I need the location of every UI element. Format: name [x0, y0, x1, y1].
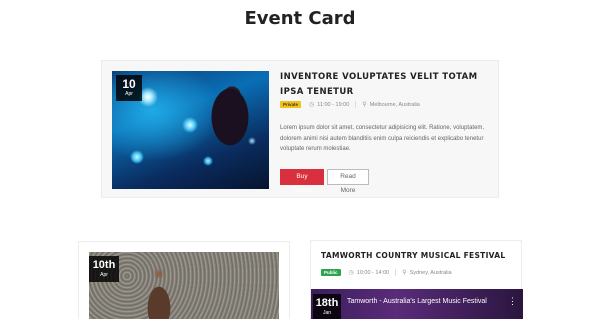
clock-icon: ◷ [348, 270, 354, 276]
date-badge: 18th Jan [313, 294, 341, 319]
map-pin-icon: ⚲ [402, 270, 407, 276]
event-photo[interactable]: 10 Apr [112, 71, 269, 189]
date-month: Apr [125, 91, 133, 97]
divider [355, 101, 357, 108]
date-badge: 10th Apr [89, 256, 119, 282]
event-card-right: TAMWORTH COUNTRY MUSICAL FESTIVAL Public… [310, 240, 523, 319]
divider [395, 269, 397, 276]
read-more-button[interactable]: Read More [327, 169, 369, 194]
video-title[interactable]: Tamworth - Australia's Largest Music Fes… [347, 298, 487, 305]
event-card-left: 10th Apr [78, 241, 290, 319]
map-pin-icon: ⚲ [362, 102, 367, 108]
event-meta: Private ◷ 11:00 - 19:00 ⚲ Melbourne, Aus… [280, 101, 420, 108]
date-day: 10th [92, 259, 116, 271]
event-location: Melbourne, Australia [369, 101, 420, 108]
event-location: Sydney, Australia [409, 269, 452, 276]
clock-icon: ◷ [309, 102, 315, 108]
event-time: 10:00 - 14:00 [356, 269, 390, 276]
video-embed[interactable]: Tamworth - Australia's Largest Music Fes… [311, 289, 523, 319]
event-card-featured: 10 Apr INVENTORE VOLUPTATES VELIT TOTAM … [101, 60, 499, 198]
event-photo[interactable]: 10th Apr [89, 252, 279, 319]
event-time: 11:00 - 19:00 [317, 101, 350, 108]
date-day: 18th [315, 297, 339, 309]
date-month: Apr [100, 272, 108, 278]
page-title: Event Card [244, 8, 356, 29]
event-title[interactable]: INVENTORE VOLUPTATES VELIT TOTAM IPSA TE… [280, 70, 490, 100]
date-month: Jan [322, 310, 332, 316]
status-badge: Private [280, 101, 302, 108]
more-vertical-icon[interactable]: ⋮ [508, 297, 517, 306]
event-description: Lorem ipsum dolor sit amet, consectetur … [280, 125, 485, 152]
event-title[interactable]: TAMWORTH COUNTRY MUSICAL FESTIVAL [321, 251, 516, 260]
buy-tickets-button[interactable]: Buy Tickets [280, 169, 324, 194]
event-meta: Public ◷ 10:00 - 14:00 ⚲ Sydney, Austral… [321, 269, 452, 276]
date-day: 10 [122, 77, 136, 91]
date-badge: 10 Apr [116, 75, 142, 101]
status-badge: Public [321, 269, 341, 276]
